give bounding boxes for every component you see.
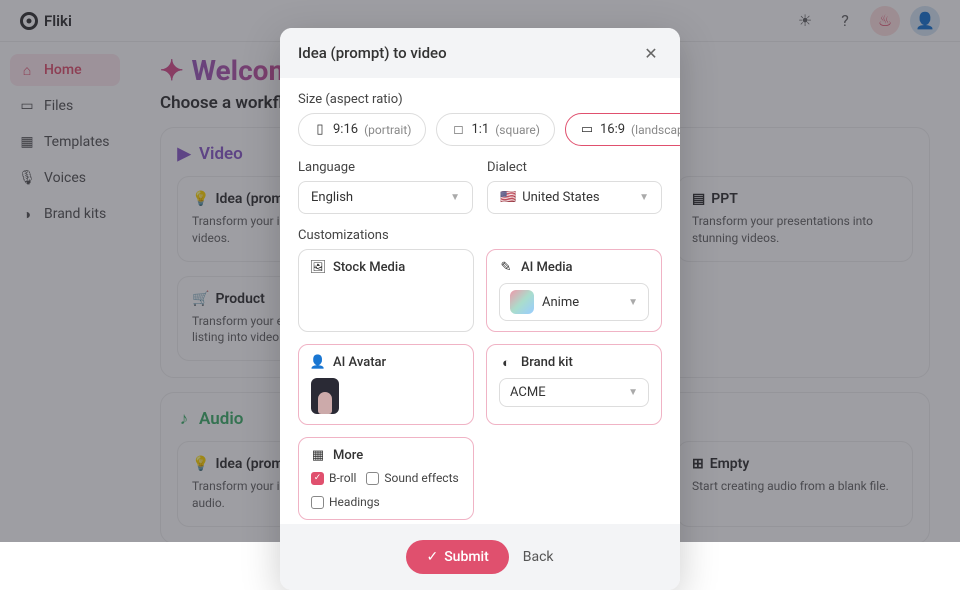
square-icon: □ <box>451 123 465 137</box>
flag-icon: 🇺🇸 <box>500 190 516 205</box>
stock-media-icon: 🖼 <box>311 261 325 275</box>
brand-kit-select[interactable]: ACME▼ <box>499 378 649 407</box>
size-label: Size (aspect ratio) <box>298 92 662 107</box>
checkbox-icon <box>311 496 324 509</box>
check-icon: ✓ <box>426 549 438 565</box>
avatar-icon: 👤 <box>311 356 325 370</box>
dialect-select[interactable]: 🇺🇸United States▼ <box>487 181 662 214</box>
chevron-down-icon: ▼ <box>628 297 638 308</box>
modal-header: Idea (prompt) to video ✕ <box>280 28 680 78</box>
brand-kit-option[interactable]: ◐Brand kit ACME▼ <box>486 344 662 425</box>
ai-avatar-option[interactable]: 👤AI Avatar <box>298 344 474 425</box>
close-button[interactable]: ✕ <box>640 42 662 64</box>
sound-effects-checkbox[interactable]: Sound effects <box>366 471 458 485</box>
ai-media-option[interactable]: ✎AI Media Anime▼ <box>486 249 662 332</box>
chevron-down-icon: ▼ <box>450 192 460 203</box>
globe-icon: ◐ <box>499 356 513 370</box>
ratio-square[interactable]: □1:1(square) <box>436 113 555 146</box>
submit-button[interactable]: ✓Submit <box>406 540 508 574</box>
ratio-portrait[interactable]: ▯9:16(portrait) <box>298 113 426 146</box>
anime-thumb-icon <box>510 290 534 314</box>
avatar-preview[interactable] <box>311 378 339 414</box>
customizations-label: Customizations <box>298 228 662 243</box>
more-option[interactable]: ▦More ✓B-roll Sound effects Headings <box>298 437 474 520</box>
ai-media-icon: ✎ <box>499 261 513 275</box>
checkbox-icon <box>366 472 379 485</box>
modal-title: Idea (prompt) to video <box>298 44 447 62</box>
modal-overlay[interactable]: Idea (prompt) to video ✕ Size (aspect ra… <box>0 0 960 542</box>
language-select[interactable]: English▼ <box>298 181 473 214</box>
close-icon: ✕ <box>644 44 657 63</box>
checkbox-checked-icon: ✓ <box>311 472 324 485</box>
landscape-icon: ▭ <box>580 123 594 137</box>
aspect-ratio-group: ▯9:16(portrait) □1:1(square) ▭16:9(lands… <box>298 113 662 146</box>
grid-icon: ▦ <box>311 449 325 463</box>
modal-footer: ✓Submit Back <box>280 524 680 590</box>
portrait-icon: ▯ <box>313 123 327 137</box>
ai-media-style-select[interactable]: Anime▼ <box>499 283 649 321</box>
idea-to-video-modal: Idea (prompt) to video ✕ Size (aspect ra… <box>280 28 680 590</box>
back-button[interactable]: Back <box>523 549 554 565</box>
chevron-down-icon: ▼ <box>639 192 649 203</box>
ratio-landscape[interactable]: ▭16:9(landscape) <box>565 113 680 146</box>
broll-checkbox[interactable]: ✓B-roll <box>311 471 356 485</box>
dialect-label: Dialect <box>487 160 662 175</box>
stock-media-option[interactable]: 🖼Stock Media <box>298 249 474 332</box>
chevron-down-icon: ▼ <box>628 387 638 398</box>
headings-checkbox[interactable]: Headings <box>311 495 461 509</box>
language-label: Language <box>298 160 473 175</box>
